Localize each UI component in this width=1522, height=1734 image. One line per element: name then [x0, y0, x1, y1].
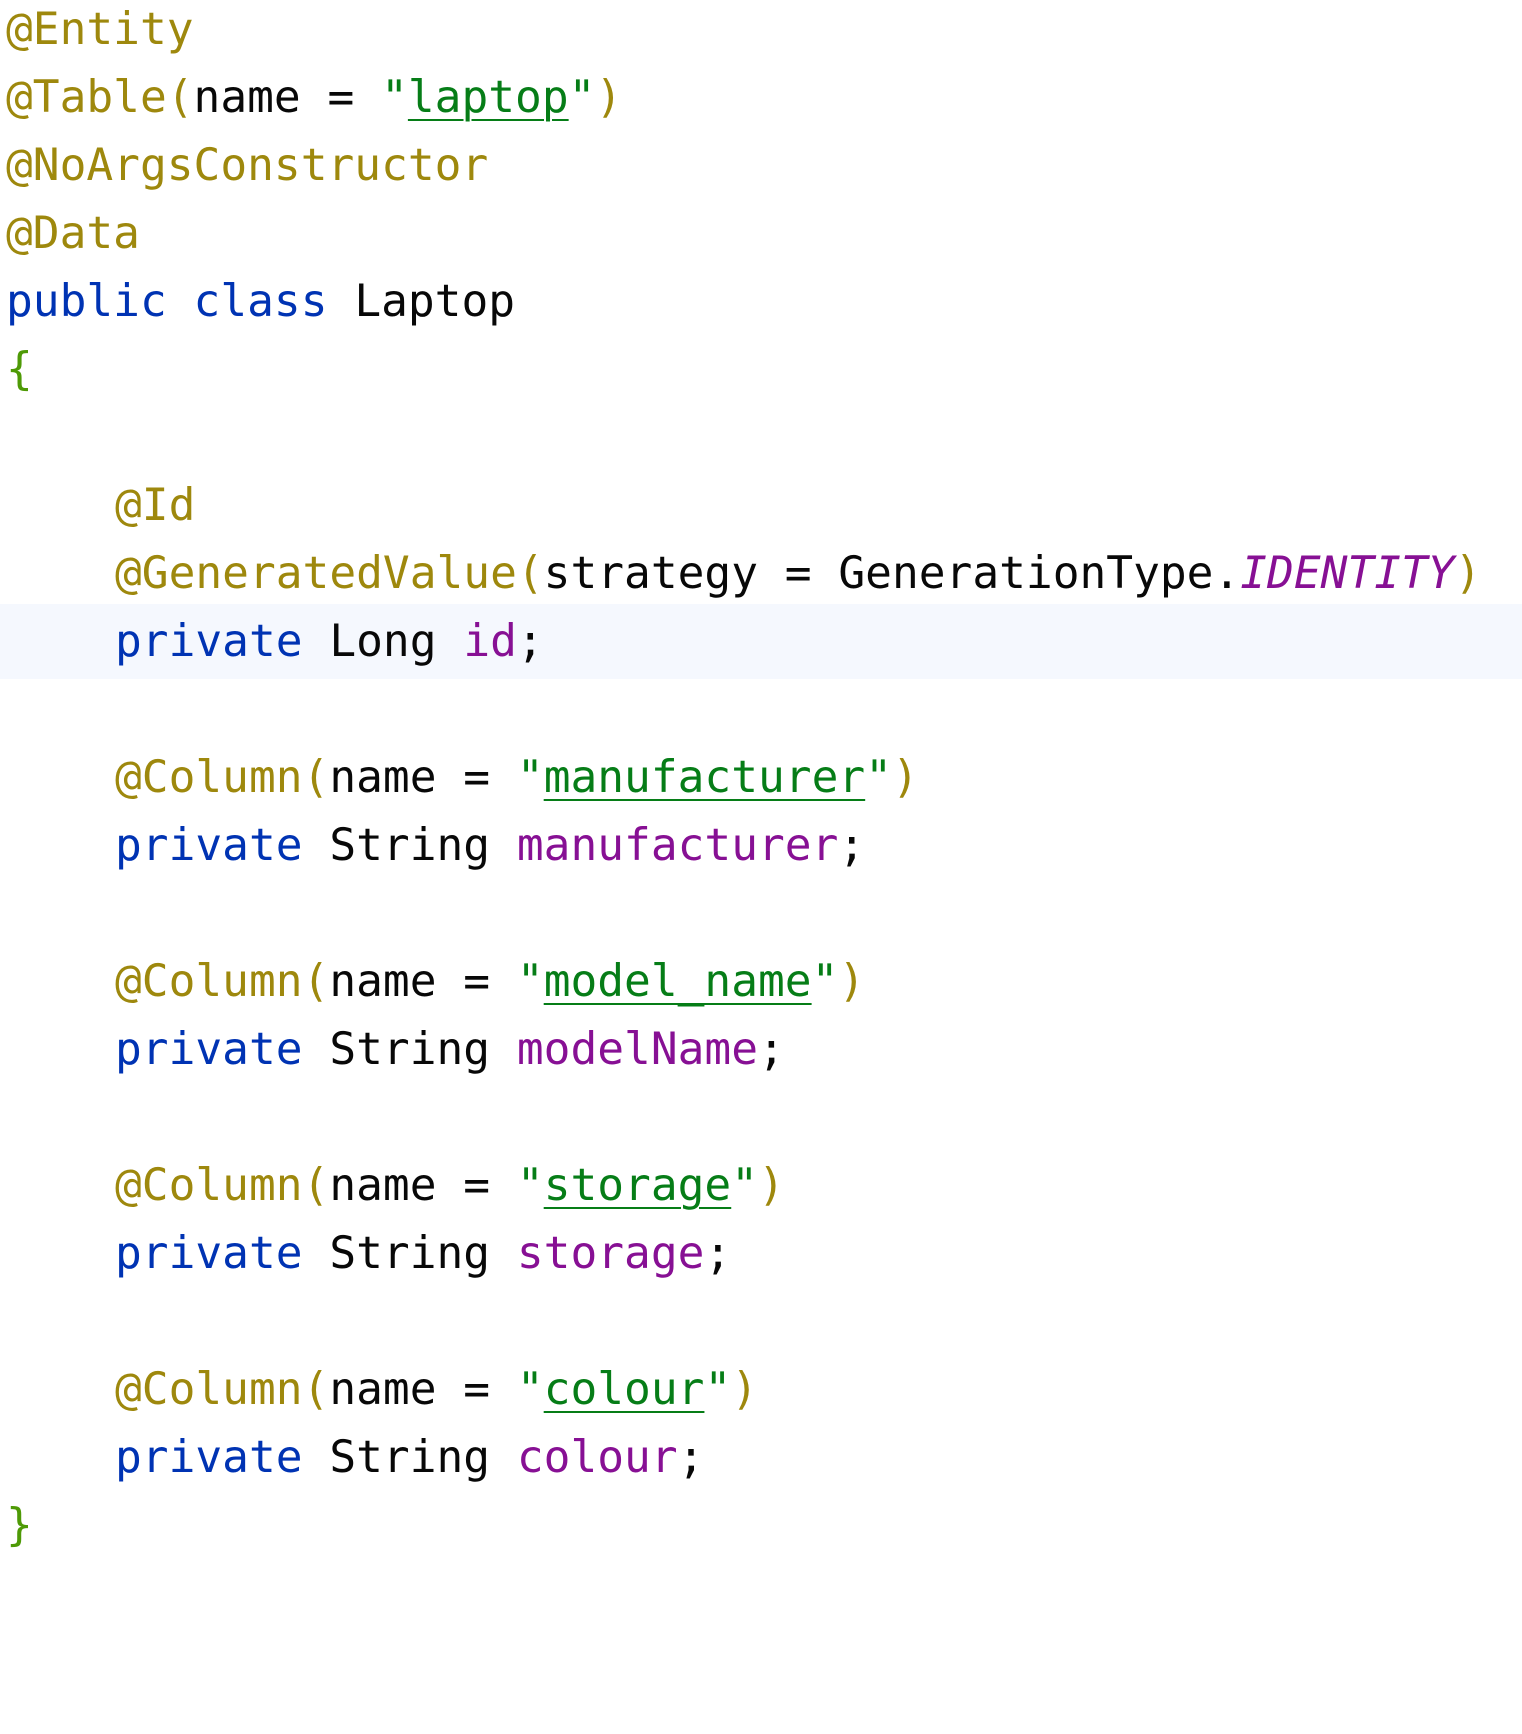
keyword-private: private: [115, 1024, 303, 1075]
closing-brace: }: [6, 1500, 33, 1551]
code-line-14[interactable]: [0, 876, 1522, 951]
keyword-class: class: [193, 276, 328, 327]
semicolon: ;: [758, 1024, 785, 1075]
code-line-16[interactable]: private String modelName;: [0, 1012, 1522, 1087]
code-line-18[interactable]: @Column(name = "storage"): [0, 1148, 1522, 1223]
code-line-5[interactable]: public class Laptop: [0, 264, 1522, 339]
code-line-21[interactable]: @Column(name = "colour"): [0, 1352, 1522, 1427]
code-line-10-current[interactable]: private Long id;: [0, 604, 1522, 679]
code-line-13[interactable]: private String manufacturer;: [0, 808, 1522, 883]
annotation-arg: name =: [193, 72, 382, 123]
quote-open: ": [516, 752, 544, 803]
code-line-3[interactable]: @NoArgsConstructor: [0, 128, 1522, 203]
annotation-arg: name =: [329, 956, 517, 1007]
annotation-entity: @Entity: [6, 4, 194, 55]
semicolon: ;: [704, 1228, 732, 1279]
code-line-7[interactable]: [0, 400, 1522, 475]
field-type: Long: [329, 616, 437, 667]
paren-open: (: [302, 1364, 330, 1415]
code-line-9[interactable]: @GeneratedValue(strategy = GenerationTyp…: [0, 536, 1522, 611]
code-line-17[interactable]: [0, 1080, 1522, 1155]
quote-close: ": [568, 72, 596, 123]
code-line-8[interactable]: @Id: [0, 468, 1522, 543]
paren-close: ): [1454, 548, 1482, 599]
semicolon: ;: [677, 1432, 705, 1483]
code-line-6[interactable]: {: [0, 332, 1522, 407]
code-line-23[interactable]: }: [0, 1488, 1522, 1563]
quote-open: ": [381, 72, 408, 123]
keyword-private: private: [115, 1432, 303, 1483]
code-line-20[interactable]: [0, 1284, 1522, 1359]
code-line-19[interactable]: private String storage;: [0, 1216, 1522, 1291]
annotation-column: @Column: [115, 956, 303, 1007]
paren-open: (: [302, 752, 330, 803]
annotation-table: @Table: [6, 72, 167, 123]
field-name: colour: [516, 1432, 678, 1483]
quote-close: ": [731, 1160, 759, 1211]
paren-close: ): [731, 1364, 759, 1415]
paren-close: ): [891, 752, 919, 803]
quote-close: ": [865, 752, 892, 803]
field-type: String: [329, 1024, 491, 1075]
annotation-column: @Column: [115, 1160, 303, 1211]
annotation-arg: name =: [329, 1160, 517, 1211]
quote-close: ": [704, 1364, 732, 1415]
annotation-id: @Id: [115, 480, 196, 531]
field-name: storage: [516, 1228, 705, 1279]
code-line-22[interactable]: private String colour;: [0, 1420, 1522, 1495]
annotation-arg: strategy = GenerationType.: [543, 548, 1241, 599]
paren-close: ): [838, 956, 866, 1007]
paren-open: (: [516, 548, 544, 599]
keyword-private: private: [115, 616, 303, 667]
field-name: id: [463, 616, 517, 667]
annotation-noargsconstructor: @NoArgsConstructor: [6, 140, 489, 191]
code-editor[interactable]: @Entity @Table(name = "laptop") @NoArgsC…: [0, 0, 1522, 1734]
annotation-arg: name =: [329, 752, 517, 803]
paren-close: ): [758, 1160, 785, 1211]
quote-open: ": [516, 1160, 544, 1211]
paren-open: (: [302, 956, 330, 1007]
field-type: String: [329, 820, 491, 871]
quote-open: ": [516, 1364, 544, 1415]
code-line-1[interactable]: @Entity: [0, 0, 1522, 67]
field-type: String: [329, 1432, 491, 1483]
semicolon: ;: [838, 820, 866, 871]
paren-open: (: [302, 1160, 330, 1211]
semicolon: ;: [516, 616, 544, 667]
annotation-column: @Column: [115, 1364, 303, 1415]
annotation-column: @Column: [115, 752, 303, 803]
code-line-11[interactable]: [0, 672, 1522, 747]
field-type: String: [329, 1228, 491, 1279]
table-name-string[interactable]: laptop: [408, 72, 569, 123]
paren-open: (: [166, 72, 194, 123]
enum-constant: IDENTITY: [1240, 548, 1455, 599]
quote-close: ": [811, 956, 839, 1007]
column-name-string[interactable]: manufacturer: [544, 752, 866, 803]
field-name: modelName: [516, 1024, 759, 1075]
paren-close: ): [595, 72, 623, 123]
field-name: manufacturer: [516, 820, 839, 871]
opening-brace: {: [6, 344, 33, 395]
keyword-private: private: [115, 1228, 303, 1279]
column-name-string[interactable]: storage: [544, 1160, 732, 1211]
keyword-private: private: [115, 820, 303, 871]
code-line-4[interactable]: @Data: [0, 196, 1522, 271]
code-line-12[interactable]: @Column(name = "manufacturer"): [0, 740, 1522, 815]
column-name-string[interactable]: model_name: [544, 956, 812, 1007]
column-name-string[interactable]: colour: [544, 1364, 705, 1415]
keyword-public: public: [6, 276, 167, 327]
code-line-15[interactable]: @Column(name = "model_name"): [0, 944, 1522, 1019]
class-name: Laptop: [354, 276, 516, 327]
annotation-generatedvalue: @GeneratedValue: [115, 548, 517, 599]
annotation-arg: name =: [329, 1364, 517, 1415]
annotation-data: @Data: [6, 208, 140, 259]
code-line-2[interactable]: @Table(name = "laptop"): [0, 60, 1522, 135]
quote-open: ": [516, 956, 544, 1007]
